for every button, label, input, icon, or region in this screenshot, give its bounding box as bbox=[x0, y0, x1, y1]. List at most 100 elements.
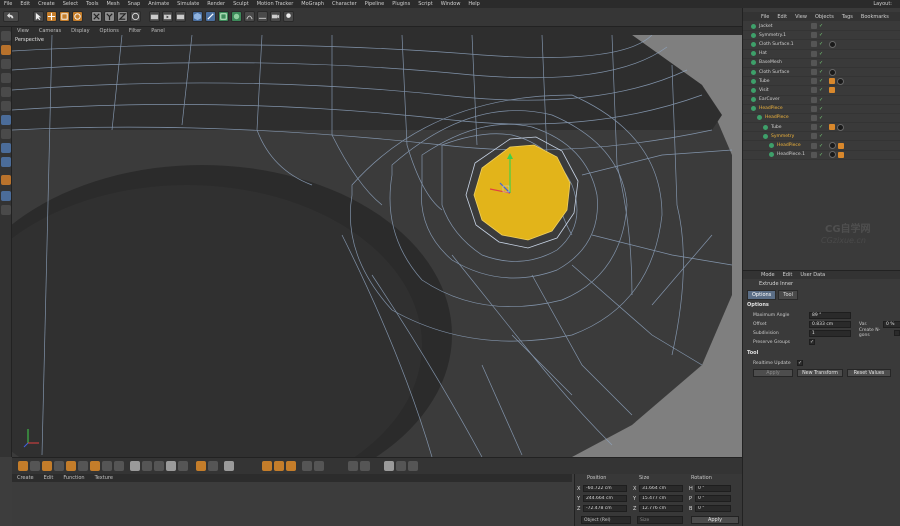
viewport-menu-cameras[interactable]: Cameras bbox=[34, 28, 66, 34]
deformer-button[interactable] bbox=[244, 11, 255, 22]
menu-help[interactable]: Help bbox=[464, 1, 483, 7]
material-tag-icon[interactable] bbox=[829, 142, 836, 150]
texture-mode-icon[interactable] bbox=[1, 59, 11, 69]
object-row[interactable]: HeadPiece ✓ bbox=[743, 114, 900, 124]
bridge-icon[interactable] bbox=[166, 461, 176, 471]
visibility-toggle[interactable] bbox=[811, 124, 817, 131]
reset-values-button[interactable]: Reset Values bbox=[847, 369, 891, 377]
visibility-toggle[interactable] bbox=[811, 133, 817, 140]
coordinate-mode-dropdown[interactable]: Object (Rel) bbox=[581, 516, 631, 524]
object-row[interactable]: HeadPiece.1 ✓ bbox=[743, 151, 900, 160]
rotation-key-icon[interactable] bbox=[274, 461, 284, 471]
enabled-check[interactable]: ✓ bbox=[819, 152, 825, 158]
material-manager-area[interactable] bbox=[12, 482, 572, 526]
knife-icon[interactable] bbox=[130, 461, 140, 471]
object-row[interactable]: Symmetry ✓ bbox=[743, 132, 900, 142]
cube-button[interactable] bbox=[192, 11, 203, 22]
visibility-toggle[interactable] bbox=[811, 32, 817, 39]
autokey-icon[interactable] bbox=[208, 461, 218, 471]
visibility-toggle[interactable] bbox=[811, 41, 817, 48]
menu-motion-tracker[interactable]: Motion Tracker bbox=[253, 1, 298, 7]
object-menu-edit[interactable]: Edit bbox=[773, 14, 791, 20]
enabled-check[interactable]: ✓ bbox=[819, 69, 825, 75]
menu-mesh[interactable]: Mesh bbox=[102, 1, 123, 7]
offset-field[interactable]: 0.833 cm bbox=[809, 320, 851, 328]
edges-mode-icon[interactable] bbox=[1, 101, 11, 111]
axis-y-button[interactable] bbox=[104, 11, 115, 22]
object-menu-view[interactable]: View bbox=[791, 14, 811, 20]
enabled-check[interactable]: ✓ bbox=[819, 143, 825, 149]
enabled-check[interactable]: ✓ bbox=[819, 60, 825, 66]
menu-edit[interactable]: Edit bbox=[16, 1, 34, 7]
layer-icon[interactable] bbox=[1, 205, 11, 215]
subdivision-field[interactable]: 1 bbox=[808, 329, 851, 337]
enabled-check[interactable]: ✓ bbox=[819, 41, 825, 47]
move-tool-button[interactable] bbox=[46, 11, 57, 22]
material-tag-icon[interactable] bbox=[837, 123, 844, 131]
attribute-menu-user-data[interactable]: User Data bbox=[796, 272, 829, 278]
prev-frame-icon[interactable] bbox=[42, 461, 52, 471]
object-row[interactable]: Tube ✓ bbox=[743, 77, 900, 87]
object-row[interactable]: Visit ✓ bbox=[743, 86, 900, 96]
bevel-icon[interactable] bbox=[142, 461, 152, 471]
enabled-check[interactable]: ✓ bbox=[819, 23, 825, 29]
object-row[interactable]: EarCover ✓ bbox=[743, 96, 900, 105]
object-row[interactable]: Cloth Surface ✓ bbox=[743, 68, 900, 78]
viewport-menu-options[interactable]: Options bbox=[95, 28, 124, 34]
menu-render[interactable]: Render bbox=[203, 1, 229, 7]
pen-button[interactable] bbox=[205, 11, 216, 22]
tab-options[interactable]: Options bbox=[747, 290, 777, 300]
rotation-h-field[interactable]: 0 ° bbox=[695, 485, 731, 492]
render-picture-viewer-button[interactable] bbox=[162, 11, 173, 22]
coordinates-apply-button[interactable]: Apply bbox=[691, 516, 739, 524]
material-menu-function[interactable]: Function bbox=[58, 475, 89, 481]
material-tag-icon[interactable] bbox=[837, 77, 844, 85]
workplane-icon[interactable] bbox=[1, 73, 11, 83]
menu-mograph[interactable]: MoGraph bbox=[297, 1, 328, 7]
object-row[interactable]: Cloth Surface.1 ✓ bbox=[743, 40, 900, 50]
checker-icon[interactable] bbox=[384, 461, 394, 471]
visibility-toggle[interactable] bbox=[811, 59, 817, 66]
prev-key-icon[interactable] bbox=[30, 461, 40, 471]
loop-icon[interactable] bbox=[102, 461, 112, 471]
visibility-toggle[interactable] bbox=[811, 23, 817, 30]
enabled-check[interactable]: ✓ bbox=[819, 51, 825, 57]
enabled-check[interactable]: ✓ bbox=[819, 106, 825, 112]
viewport-menu-view[interactable]: View bbox=[12, 28, 34, 34]
phong-tag-icon[interactable] bbox=[829, 124, 835, 131]
points-mode-icon[interactable] bbox=[1, 87, 11, 97]
size-mode-dropdown[interactable]: Size bbox=[637, 516, 683, 524]
menu-character[interactable]: Character bbox=[328, 1, 361, 7]
new-transform-button[interactable]: New Transform bbox=[797, 369, 843, 377]
material-menu-texture[interactable]: Texture bbox=[90, 475, 118, 481]
enabled-check[interactable]: ✓ bbox=[819, 87, 825, 93]
material-tag-icon[interactable] bbox=[829, 40, 836, 48]
object-menu-tags[interactable]: Tags bbox=[838, 14, 857, 20]
render-view-button[interactable] bbox=[149, 11, 160, 22]
enabled-check[interactable]: ✓ bbox=[819, 97, 825, 103]
workplane-lock-icon[interactable] bbox=[1, 175, 11, 185]
visibility-toggle[interactable] bbox=[811, 105, 817, 112]
create-ngons-checkbox[interactable] bbox=[894, 330, 900, 336]
scale-tool-button[interactable] bbox=[59, 11, 70, 22]
menu-plugins[interactable]: Plugins bbox=[388, 1, 414, 7]
menu-snap[interactable]: Snap bbox=[124, 1, 145, 7]
axis-mode-icon[interactable] bbox=[1, 129, 11, 139]
preserve-groups-checkbox[interactable]: ✓ bbox=[809, 339, 815, 345]
object-row[interactable]: Jacket ✓ bbox=[743, 22, 900, 32]
grid-icon[interactable] bbox=[360, 461, 370, 471]
max-angle-field[interactable]: 89 ° bbox=[809, 311, 851, 319]
tool-apply-button[interactable]: Apply bbox=[753, 369, 793, 377]
layout-icon[interactable] bbox=[348, 461, 358, 471]
visibility-toggle[interactable] bbox=[811, 142, 817, 149]
solo-icon[interactable] bbox=[1, 191, 11, 201]
visibility-toggle[interactable] bbox=[811, 69, 817, 76]
object-row[interactable]: Tube ✓ bbox=[743, 123, 900, 133]
var-field[interactable]: 0 % bbox=[883, 320, 900, 328]
menu-create[interactable]: Create bbox=[34, 1, 59, 7]
sphere-icon[interactable] bbox=[396, 461, 406, 471]
object-menu-file[interactable]: File bbox=[757, 14, 773, 20]
object-row[interactable]: HeadPiece ✓ bbox=[743, 141, 900, 151]
axis-x-button[interactable] bbox=[91, 11, 102, 22]
menu-window[interactable]: Window bbox=[437, 1, 465, 7]
